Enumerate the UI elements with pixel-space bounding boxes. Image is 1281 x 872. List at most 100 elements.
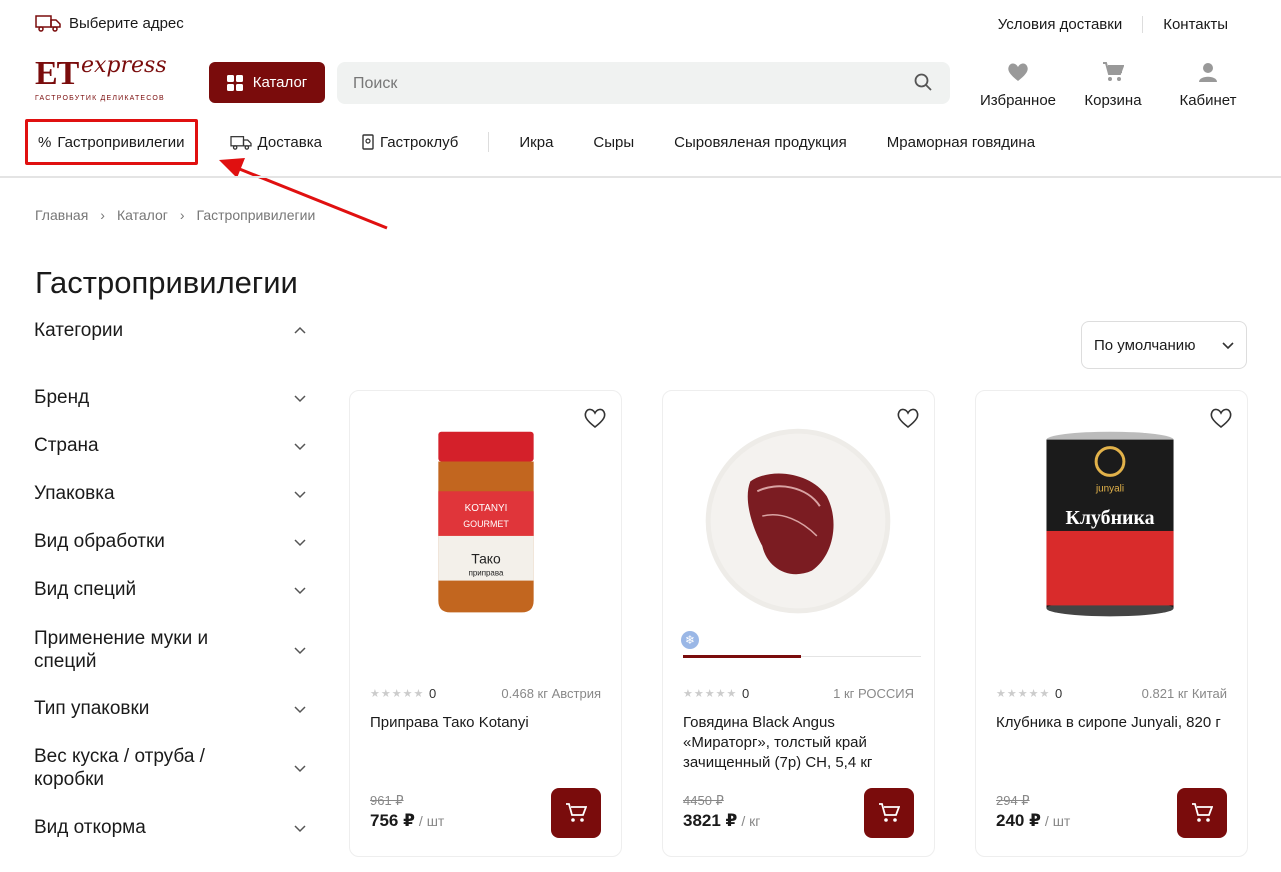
filter-pack-type[interactable]: Тип упаковки [34, 698, 306, 720]
cart-icon [566, 803, 587, 822]
nav-cured[interactable]: Сыровяленая продукция [654, 121, 867, 163]
breadcrumb-separator-icon: › [179, 207, 185, 223]
filter-label: Вид откорма [34, 817, 146, 838]
cart-icon [1103, 62, 1125, 81]
product-image[interactable]: KOTANYI GOURMET Тако приправа [350, 421, 621, 631]
product-image[interactable] [663, 421, 934, 631]
breadcrumb-home[interactable]: Главная [35, 207, 88, 223]
cart-label: Корзина [1084, 92, 1142, 109]
svg-text:❄: ❄ [685, 633, 695, 647]
filter-label: Вид специй [34, 579, 137, 600]
breadcrumb-catalog[interactable]: Каталог [117, 207, 168, 223]
main-nav: % Гастропривилегии Доставка Гастроклуб И… [25, 119, 1055, 165]
chevron-down-icon [294, 587, 306, 595]
old-price: 294 ₽ [996, 793, 1030, 808]
filter-label: Бренд [34, 387, 90, 408]
nav-caviar[interactable]: Икра [499, 121, 573, 163]
frozen-icon: ❄ [681, 631, 699, 649]
filter-processing[interactable]: Вид обработки [34, 531, 306, 553]
image-sub: приправа [469, 569, 504, 578]
add-to-cart-button[interactable] [551, 788, 601, 838]
chevron-down-icon [294, 647, 306, 655]
breadcrumb-current: Гастропривилегии [196, 207, 316, 223]
cart-button[interactable]: Корзина [1080, 62, 1146, 109]
product-image[interactable]: junyali Клубника [976, 421, 1247, 631]
nav-caviar-label: Икра [519, 133, 554, 151]
product-weight-country: 1 кг РОССИЯ [833, 686, 914, 701]
image-line: GOURMET [463, 519, 509, 529]
nav-cured-label: Сыровяленая продукция [674, 133, 847, 151]
sort-selected: По умолчанию [1094, 336, 1196, 354]
nav-gastroprivileges-label: Гастропривилегии [57, 133, 185, 151]
logo[interactable]: ET express ГАСТРОБУТИК ДЕЛИКАТЕСОВ [35, 53, 185, 105]
address-selector[interactable]: Выберите адрес [35, 14, 184, 32]
chevron-down-icon [294, 539, 306, 547]
nav-cheese[interactable]: Сыры [573, 121, 654, 163]
page-title: Гастропривилегии [35, 265, 298, 300]
filter-label: Вес куска / отруба / коробки [34, 746, 205, 790]
chevron-down-icon [294, 443, 306, 451]
filter-package[interactable]: Упаковка [34, 483, 306, 505]
truck-icon [35, 15, 61, 32]
nav-delivery-label: Доставка [257, 133, 322, 151]
product-meta: ★ ★ ★ ★ ★ 0 0.821 кг Китай [996, 686, 1227, 701]
product-meta: ★ ★ ★ ★ ★ 0 0.468 кг Австрия [370, 686, 601, 701]
nav-marbled-beef[interactable]: Мраморная говядина [867, 121, 1055, 163]
chevron-down-icon [1222, 342, 1234, 350]
sort-select[interactable]: По умолчанию [1081, 321, 1247, 369]
product-name[interactable]: Клубника в сиропе Junyali, 820 г [996, 713, 1229, 733]
filter-categories[interactable]: Категории [34, 320, 306, 342]
product-name[interactable]: Говядина Black Angus «Мираторг», толстый… [683, 713, 916, 773]
cart-icon [1192, 803, 1213, 822]
favorites-label: Избранное [979, 92, 1057, 109]
chevron-down-icon [294, 395, 306, 403]
rating: ★ ★ ★ ★ ★ 0 [683, 686, 750, 701]
header-divider [0, 176, 1281, 178]
contacts-link[interactable]: Контакты [1142, 16, 1248, 33]
image-slider-indicator [683, 655, 801, 658]
filter-label: Категории [34, 320, 124, 341]
account-label: Кабинет [1179, 92, 1237, 109]
filter-usage[interactable]: Применение муки и специй [34, 627, 306, 673]
user-icon [1199, 63, 1217, 82]
logo-tagline: ГАСТРОБУТИК ДЕЛИКАТЕСОВ [35, 95, 165, 102]
add-to-cart-button[interactable] [1177, 788, 1227, 838]
filter-label: Применение муки и специй [34, 628, 209, 672]
nav-marbled-beef-label: Мраморная говядина [886, 133, 1036, 151]
catalog-button[interactable]: Каталог [209, 62, 325, 103]
filter-feeding[interactable]: Вид откорма [34, 817, 306, 839]
rating: ★ ★ ★ ★ ★ 0 [996, 686, 1063, 701]
product-meta: ★ ★ ★ ★ ★ 0 1 кг РОССИЯ [683, 686, 914, 701]
search-icon[interactable] [914, 73, 932, 91]
product-card[interactable]: junyali Клубника ★ ★ ★ ★ ★ 0 0.821 кг Китай … [975, 390, 1248, 857]
old-price: 4450 ₽ [683, 793, 724, 808]
product-name[interactable]: Приправа Тако Kotanyi [370, 713, 603, 733]
filter-country[interactable]: Страна [34, 435, 306, 457]
breadcrumb-separator-icon: › [100, 207, 105, 223]
filter-weight[interactable]: Вес куска / отруба / коробки [34, 745, 306, 791]
product-card[interactable]: KOTANYI GOURMET Тако приправа ★ ★ ★ ★ ★ 0 0.… [349, 390, 622, 857]
delivery-terms-link[interactable]: Условия доставки [978, 16, 1142, 33]
logo-mark: ET [35, 55, 79, 92]
product-price: 756 ₽ / шт [370, 811, 445, 830]
nav-gastroclub-label: Гастроклуб [379, 133, 459, 151]
search-input[interactable]: Поиск [337, 62, 950, 104]
catalog-label: Каталог [252, 74, 308, 91]
search-placeholder: Поиск [353, 75, 398, 92]
product-card[interactable]: ❄ ★ ★ ★ ★ ★ 0 1 кг РОССИЯ Говядина Black Ang… [662, 390, 935, 857]
logo-express: express [81, 53, 167, 78]
chevron-down-icon [294, 825, 306, 833]
account-button[interactable]: Кабинет [1175, 62, 1241, 109]
product-weight-country: 0.821 кг Китай [1141, 686, 1227, 701]
filter-brand[interactable]: Бренд [34, 387, 306, 409]
favorites-button[interactable]: Избранное [975, 62, 1061, 109]
filter-label: Упаковка [34, 483, 115, 504]
add-to-cart-button[interactable] [864, 788, 914, 838]
image-brand: KOTANYI [465, 503, 508, 514]
old-price: 961 ₽ [370, 793, 404, 808]
filter-label: Страна [34, 435, 99, 456]
truck-icon [229, 135, 252, 150]
image-brand: junyali [1095, 483, 1124, 494]
filter-spice-type[interactable]: Вид специй [34, 579, 306, 601]
nav-gastroprivileges[interactable]: % Гастропривилегии [25, 119, 198, 165]
